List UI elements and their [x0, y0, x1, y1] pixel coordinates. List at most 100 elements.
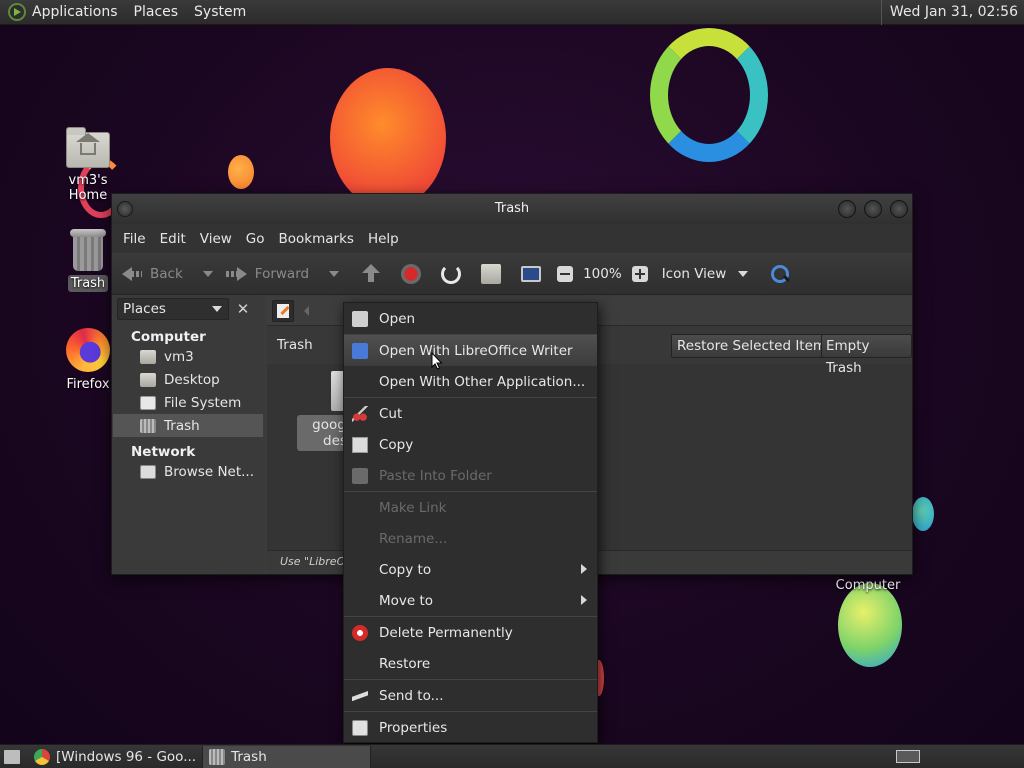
toggle-location-button[interactable] — [272, 299, 294, 322]
up-arrow-icon[interactable] — [361, 263, 381, 284]
back-arrow-icon — [122, 265, 144, 283]
empty-trash-button[interactable]: Empty Trash — [821, 334, 912, 376]
drive-icon — [140, 395, 156, 410]
menu-item-label: Open With Other Application... — [379, 373, 586, 390]
close-button[interactable] — [890, 200, 908, 218]
places-menu[interactable]: Places — [134, 4, 179, 20]
submenu-arrow-icon — [581, 564, 587, 574]
menu-item-properties[interactable]: Properties — [344, 712, 597, 743]
sidebar-item-trash[interactable]: Trash — [113, 414, 263, 437]
menu-logo-icon[interactable] — [8, 3, 26, 21]
context-menu: Open Open With LibreOffice Writer Open W… — [343, 302, 598, 743]
home-folder-icon — [66, 127, 110, 168]
copy-icon — [352, 437, 368, 453]
sidebar-item-browse-network[interactable]: Browse Net... — [113, 460, 263, 483]
back-button[interactable]: Back — [122, 265, 183, 283]
submenu-arrow-icon — [581, 595, 587, 605]
workspace-switcher[interactable] — [896, 750, 920, 763]
trash-icon — [140, 418, 156, 433]
path-scroll-left-icon[interactable] — [304, 305, 309, 316]
wallpaper-orange-bubble — [330, 68, 446, 208]
desktop-icon-label: Trash — [67, 275, 109, 292]
menu-view[interactable]: View — [200, 231, 232, 247]
scissors-icon — [352, 406, 368, 422]
applications-menu[interactable]: Applications — [32, 4, 118, 20]
sidebar: Places ✕ Computer vm3 Desktop File Syste… — [113, 296, 263, 574]
network-icon — [140, 464, 156, 479]
sidebar-item-label: Desktop — [164, 371, 220, 388]
task-chrome[interactable]: [Windows 96 - Goo... — [28, 745, 204, 768]
back-history-dropdown[interactable] — [202, 270, 213, 277]
sidebar-item-label: vm3 — [164, 348, 194, 365]
menu-item-restore[interactable]: Restore — [344, 648, 597, 679]
zoom-level[interactable]: 100% — [583, 266, 622, 282]
menu-item-label: Cut — [379, 405, 403, 422]
sidebar-section-network: Network — [131, 444, 196, 460]
sidebar-item-label: Trash — [164, 417, 200, 434]
system-menu[interactable]: System — [194, 4, 246, 20]
menu-item-open-with-other[interactable]: Open With Other Application... — [344, 366, 597, 397]
firefox-icon — [66, 328, 110, 372]
menu-item-cut[interactable]: Cut — [344, 398, 597, 429]
home-icon[interactable] — [481, 263, 502, 284]
menu-go[interactable]: Go — [246, 231, 265, 247]
computer-icon[interactable] — [521, 265, 542, 282]
restore-selected-button[interactable]: Restore Selected Items — [671, 334, 840, 358]
sidebar-item-vm3[interactable]: vm3 — [113, 345, 263, 368]
paste-icon — [352, 468, 368, 484]
menu-edit[interactable]: Edit — [160, 231, 186, 247]
desktop-icon-label: Computer — [835, 578, 901, 593]
show-desktop-icon[interactable] — [4, 749, 20, 764]
menubar: File Edit View Go Bookmarks Help — [112, 224, 912, 253]
toolbar: Back Forward 100% Icon View — [112, 253, 912, 295]
menu-item-copy[interactable]: Copy — [344, 429, 597, 460]
menu-file[interactable]: File — [123, 231, 146, 247]
menu-bookmarks[interactable]: Bookmarks — [279, 231, 354, 247]
forward-button[interactable]: Forward — [225, 265, 309, 283]
menu-item-copy-to[interactable]: Copy to — [344, 554, 597, 585]
window-menu-button[interactable] — [117, 201, 133, 217]
writer-icon — [352, 343, 368, 359]
view-mode-select[interactable]: Icon View — [662, 266, 727, 282]
properties-icon — [352, 720, 368, 736]
menu-item-send-to[interactable]: Send to... — [344, 680, 597, 711]
desktop-icon-computer[interactable]: Computer — [828, 577, 908, 594]
menu-item-open[interactable]: Open — [344, 303, 597, 334]
menu-help[interactable]: Help — [368, 231, 399, 247]
zoom-in-icon[interactable] — [631, 265, 648, 282]
sidebar-section-computer: Computer — [131, 329, 206, 345]
menu-item-label: Open — [379, 310, 416, 327]
pencil-icon — [277, 303, 289, 318]
window-titlebar[interactable]: Trash — [112, 194, 912, 224]
menu-item-label: Restore — [379, 655, 431, 672]
task-trash[interactable]: Trash — [203, 745, 372, 768]
close-sidebar-icon[interactable]: ✕ — [233, 299, 253, 319]
menu-item-label: Delete Permanently — [379, 624, 513, 641]
wallpaper-ring — [650, 28, 768, 162]
top-panel: Applications Places System Wed Jan 31, 0… — [0, 0, 1024, 25]
desktop-icon-label: Firefox — [66, 377, 110, 392]
search-icon[interactable] — [770, 264, 790, 284]
sidebar-item-file-system[interactable]: File System — [113, 391, 263, 414]
forward-history-dropdown[interactable] — [329, 270, 340, 277]
sidebar-selector-label: Places — [123, 301, 166, 317]
menu-item-label: Make Link — [379, 499, 447, 516]
reload-icon[interactable] — [441, 263, 462, 284]
zoom-out-icon[interactable] — [557, 265, 574, 282]
sidebar-selector[interactable]: Places — [117, 298, 229, 320]
menu-item-make-link: Make Link — [344, 492, 597, 523]
chevron-down-icon[interactable] — [738, 270, 749, 277]
menu-item-label: Copy to — [379, 561, 432, 578]
sidebar-item-label: File System — [164, 394, 242, 411]
menu-item-open-with-writer[interactable]: Open With LibreOffice Writer — [344, 335, 597, 366]
menu-item-move-to[interactable]: Move to — [344, 585, 597, 616]
window-title: Trash — [494, 201, 530, 216]
sidebar-item-desktop[interactable]: Desktop — [113, 368, 263, 391]
clock[interactable]: Wed Jan 31, 02:56 — [880, 0, 1018, 25]
stop-icon[interactable] — [401, 263, 422, 284]
home-folder-icon — [140, 349, 156, 364]
minimize-button[interactable] — [838, 200, 856, 218]
menu-item-delete-permanently[interactable]: Delete Permanently — [344, 617, 597, 648]
maximize-button[interactable] — [864, 200, 882, 218]
task-label: Trash — [231, 748, 267, 765]
